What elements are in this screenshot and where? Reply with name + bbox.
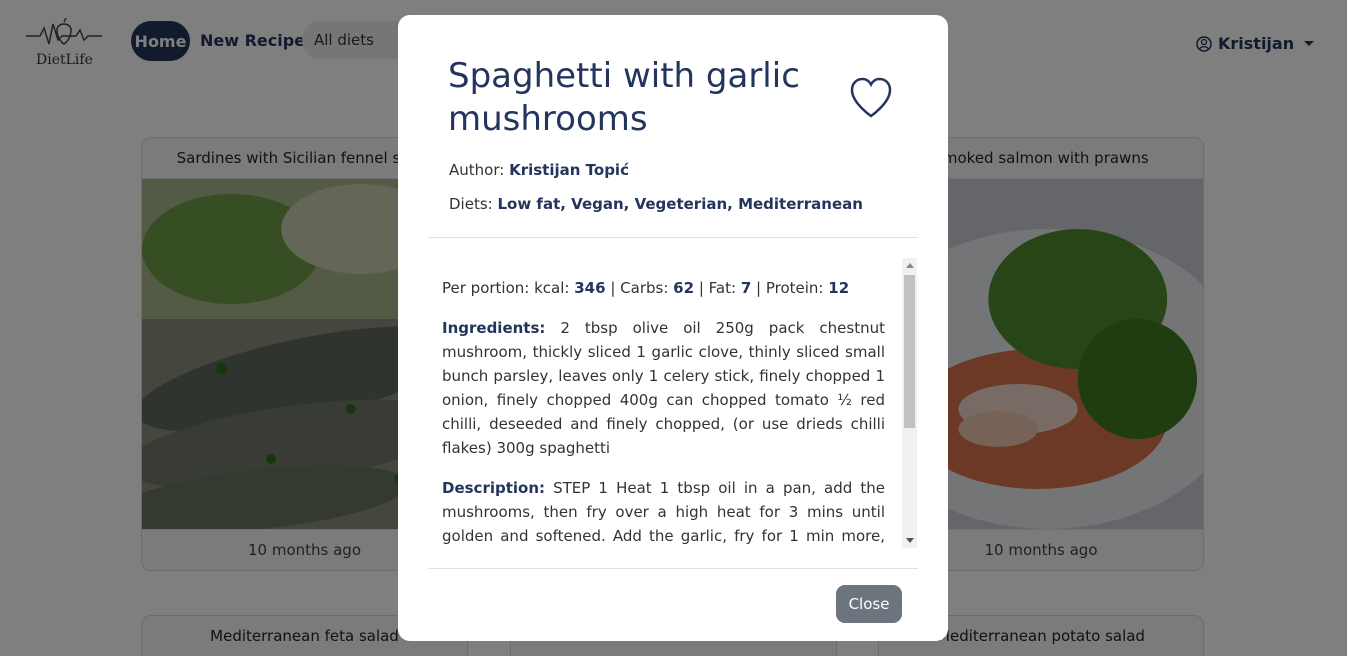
description-label: Description: bbox=[442, 479, 546, 497]
close-button[interactable]: Close bbox=[836, 585, 902, 623]
author-label: Author: bbox=[449, 161, 505, 179]
scrollbar-thumb[interactable] bbox=[904, 275, 915, 428]
author-name: Kristijan Topić bbox=[509, 161, 629, 179]
kcal-value: 346 bbox=[574, 279, 606, 297]
protein-value: 12 bbox=[828, 279, 850, 297]
heart-icon[interactable] bbox=[848, 75, 894, 121]
modal-scrollbar[interactable] bbox=[902, 258, 917, 548]
description-text: Description: STEP 1 Heat 1 tbsp oil in a… bbox=[442, 476, 885, 548]
ingredients-value: 2 tbsp olive oil 250g pack chestnut mush… bbox=[442, 319, 885, 457]
ingredients-text: Ingredients: 2 tbsp olive oil 250g pack … bbox=[442, 316, 885, 460]
nutrition-line: Per portion: kcal: 346 | Carbs: 62 | Fat… bbox=[442, 279, 850, 297]
recipe-modal: Spaghetti with garlic mushrooms Author: … bbox=[398, 15, 948, 641]
diets-label: Diets: bbox=[449, 195, 493, 213]
modal-body[interactable]: Per portion: kcal: 346 | Carbs: 62 | Fat… bbox=[442, 258, 885, 548]
modal-header-divider bbox=[428, 237, 918, 238]
fat-value: 7 bbox=[740, 279, 752, 297]
modal-title: Spaghetti with garlic mushrooms bbox=[448, 56, 800, 139]
modal-footer-divider bbox=[428, 568, 918, 569]
ingredients-label: Ingredients: bbox=[442, 319, 546, 337]
carbs-value: 62 bbox=[673, 279, 695, 297]
scroll-up-icon[interactable] bbox=[906, 263, 914, 268]
diets-value: Low fat, Vegan, Vegeterian, Mediterranea… bbox=[497, 195, 863, 213]
scroll-down-icon[interactable] bbox=[906, 538, 914, 543]
recipe-author: Author: Kristijan Topić bbox=[449, 161, 629, 179]
recipe-diets: Diets: Low fat, Vegan, Vegeterian, Medit… bbox=[449, 195, 863, 213]
